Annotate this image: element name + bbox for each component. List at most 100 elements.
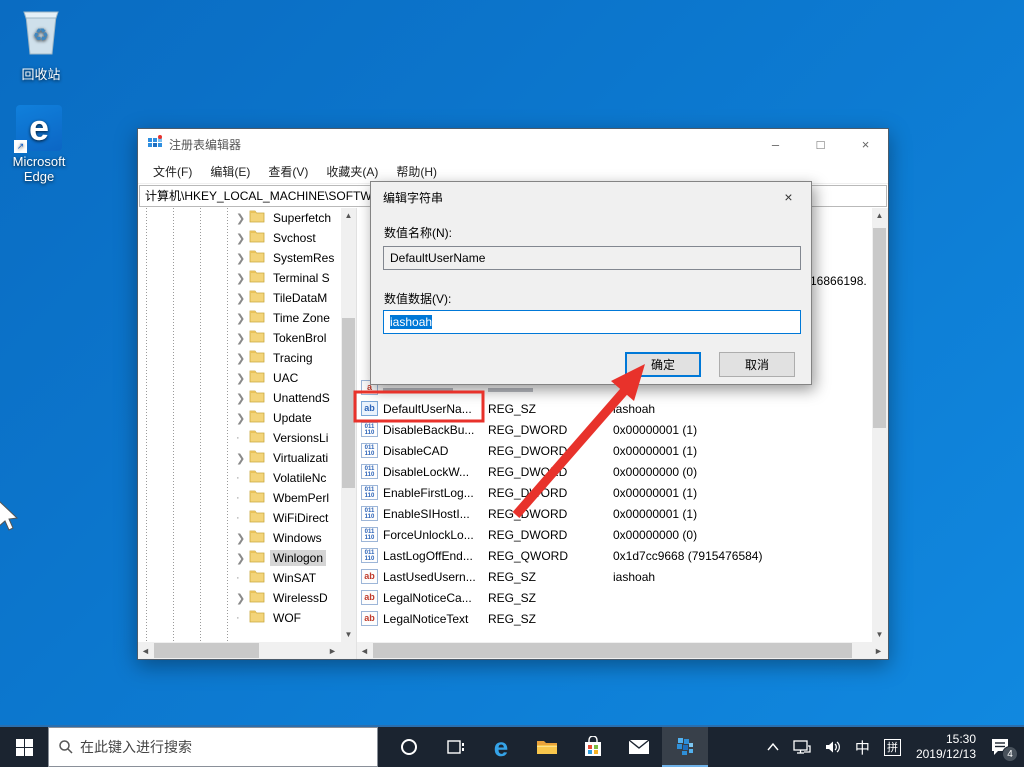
tree-item-wirelessd[interactable]: ❯WirelessD [138, 588, 356, 608]
scroll-down-icon[interactable]: ▼ [872, 627, 887, 642]
chevron-right-icon[interactable]: ❯ [236, 372, 249, 385]
tree-item-wbemperl[interactable]: ·WbemPerl [138, 488, 356, 508]
menu-item-4[interactable]: 帮助(H) [387, 163, 446, 180]
ok-button[interactable]: 确定 [625, 352, 701, 377]
chevron-right-icon[interactable]: ❯ [236, 532, 249, 545]
minimize-button[interactable]: – [753, 129, 798, 159]
value-row-0[interactable]: abDefaultUserNa...REG_SZiashoah [357, 398, 872, 419]
chevron-right-icon[interactable]: ❯ [236, 332, 249, 345]
chevron-right-icon[interactable]: ❯ [236, 352, 249, 365]
tray-clock[interactable]: 15:30 2019/12/13 [908, 732, 984, 762]
tree-item-wof[interactable]: ·WOF [138, 608, 356, 628]
cortana-button[interactable] [386, 727, 432, 767]
cancel-button[interactable]: 取消 [719, 352, 795, 377]
tree-item-svchost[interactable]: ❯Svchost [138, 228, 356, 248]
tree-item-systemres[interactable]: ❯SystemRes [138, 248, 356, 268]
tree-item-windows[interactable]: ❯Windows [138, 528, 356, 548]
tree-item-winlogon[interactable]: ❯Winlogon [138, 548, 356, 568]
action-center-button[interactable]: 4 [984, 738, 1024, 756]
value-name-field[interactable]: DefaultUserName [383, 246, 801, 270]
ime-language-button[interactable]: 中 [848, 737, 877, 758]
menu-item-3[interactable]: 收藏夹(A) [317, 163, 387, 180]
taskbar-search-input[interactable]: 在此键入进行搜索 [48, 727, 378, 767]
value-row-4[interactable]: 011110EnableFirstLog...REG_DWORD0x000000… [357, 482, 872, 503]
tree-item-unattends[interactable]: ❯UnattendS [138, 388, 356, 408]
value-row-7[interactable]: 011110LastLogOffEnd...REG_QWORD0x1d7cc96… [357, 545, 872, 566]
scrollbar-thumb[interactable] [154, 643, 259, 658]
value-row-10[interactable]: abLegalNoticeTextREG_SZ [357, 608, 872, 629]
chevron-right-icon[interactable]: ❯ [236, 272, 249, 285]
tree-item-wifidirect[interactable]: ·WiFiDirect [138, 508, 356, 528]
values-vertical-scrollbar[interactable]: ▲ ▼ [872, 208, 888, 642]
scroll-up-icon[interactable]: ▲ [341, 208, 356, 223]
edge-shortcut[interactable]: e ↗ Microsoft Edge [0, 105, 78, 184]
tree-item-volatilenc[interactable]: ·VolatileNc [138, 468, 356, 488]
chevron-right-icon[interactable]: ❯ [236, 232, 249, 245]
value-row-6[interactable]: 011110ForceUnlockLo...REG_DWORD0x0000000… [357, 524, 872, 545]
value-name: LastUsedUsern... [383, 570, 488, 584]
store-button[interactable] [570, 727, 616, 767]
value-row-8[interactable]: abLastUsedUsern...REG_SZiashoah [357, 566, 872, 587]
tree-item-versionsli[interactable]: ·VersionsLi [138, 428, 356, 448]
scrollbar-thumb[interactable] [873, 228, 886, 428]
clipped-row-text [383, 388, 453, 392]
taskbar-registry-editor-button[interactable] [662, 727, 708, 767]
chevron-right-icon[interactable]: ❯ [236, 452, 249, 465]
scroll-down-icon[interactable]: ▼ [341, 627, 356, 642]
mail-button[interactable] [616, 727, 662, 767]
value-data-field[interactable]: iashoah [383, 310, 801, 334]
folder-icon [249, 430, 265, 446]
tree-item-winsat[interactable]: ·WinSAT [138, 568, 356, 588]
close-button[interactable]: × [843, 129, 888, 159]
file-explorer-button[interactable] [524, 727, 570, 767]
chevron-right-icon[interactable]: ❯ [236, 212, 249, 225]
chevron-right-icon[interactable]: ❯ [236, 252, 249, 265]
menu-item-2[interactable]: 查看(V) [259, 163, 317, 180]
value-row-1[interactable]: 011110DisableBackBu...REG_DWORD0x0000000… [357, 419, 872, 440]
taskbar-edge-button[interactable]: e [478, 727, 524, 767]
scroll-left-icon[interactable]: ◄ [138, 642, 153, 659]
scroll-right-icon[interactable]: ► [871, 642, 886, 659]
chevron-right-icon[interactable]: ❯ [236, 312, 249, 325]
tree-item-time-zone[interactable]: ❯Time Zone [138, 308, 356, 328]
value-row-3[interactable]: 011110DisableLockW...REG_DWORD0x00000000… [357, 461, 872, 482]
maximize-button[interactable]: □ [798, 129, 843, 159]
tree-item-tracing[interactable]: ❯Tracing [138, 348, 356, 368]
chevron-right-icon[interactable]: ❯ [236, 552, 249, 565]
menu-item-0[interactable]: 文件(F) [144, 163, 201, 180]
scrollbar-thumb[interactable] [342, 318, 355, 488]
tree-item-virtualizati[interactable]: ❯Virtualizati [138, 448, 356, 468]
value-row-2[interactable]: 011110DisableCADREG_DWORD0x00000001 (1) [357, 440, 872, 461]
scroll-left-icon[interactable]: ◄ [357, 642, 372, 659]
chevron-right-icon[interactable]: ❯ [236, 392, 249, 405]
tree-horizontal-scrollbar[interactable]: ◄ ► [138, 642, 356, 659]
task-view-button[interactable] [432, 727, 478, 767]
menu-item-1[interactable]: 编辑(E) [201, 163, 259, 180]
recycle-bin-shortcut[interactable]: ♻ 回收站 [2, 8, 80, 83]
scrollbar-thumb[interactable] [373, 643, 852, 658]
tree-vertical-scrollbar[interactable]: ▲ ▼ [341, 208, 356, 642]
scroll-up-icon[interactable]: ▲ [872, 208, 887, 223]
scroll-right-icon[interactable]: ► [325, 642, 340, 659]
chevron-right-icon[interactable]: ❯ [236, 592, 249, 605]
tree-item-terminal-s[interactable]: ❯Terminal S [138, 268, 356, 288]
tree-item-superfetch[interactable]: ❯Superfetch [138, 208, 356, 228]
volume-button[interactable] [818, 740, 848, 754]
tree-item-update[interactable]: ❯Update [138, 408, 356, 428]
network-button[interactable] [786, 740, 818, 755]
ime-mode-button[interactable]: 拼 [877, 739, 908, 756]
tree-item-tiledatam[interactable]: ❯TileDataM [138, 288, 356, 308]
values-horizontal-scrollbar[interactable]: ◄ ► [357, 642, 888, 659]
title-bar[interactable]: 注册表编辑器 – □ × [138, 129, 888, 159]
chevron-right-icon[interactable]: ❯ [236, 292, 249, 305]
clock-time: 15:30 [916, 732, 976, 747]
value-row-5[interactable]: 011110EnableSIHostI...REG_DWORD0x0000000… [357, 503, 872, 524]
dialog-title-bar[interactable]: 编辑字符串 × [371, 182, 811, 212]
value-row-9[interactable]: abLegalNoticeCa...REG_SZ [357, 587, 872, 608]
chevron-right-icon[interactable]: ❯ [236, 412, 249, 425]
tree-item-tokenbrol[interactable]: ❯TokenBrol [138, 328, 356, 348]
dialog-close-icon[interactable]: × [766, 183, 811, 212]
tree-item-uac[interactable]: ❯UAC [138, 368, 356, 388]
tray-expand-button[interactable] [760, 743, 786, 751]
start-button[interactable] [0, 727, 48, 767]
